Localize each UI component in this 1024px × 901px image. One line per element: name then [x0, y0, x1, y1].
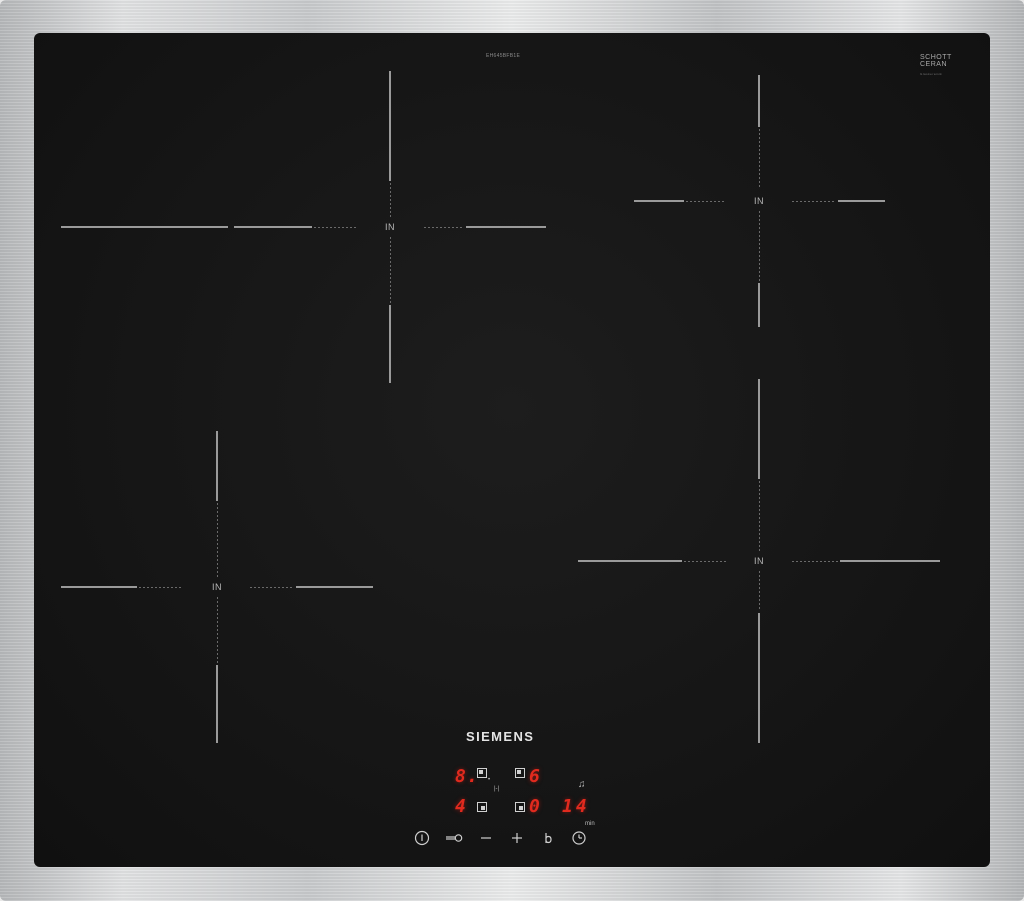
zone-marker-line	[389, 305, 391, 383]
clock-icon	[572, 831, 586, 845]
boost-icon	[545, 833, 552, 844]
schott-small-text: Glaskeramik	[920, 72, 943, 76]
timer-button[interactable]	[569, 830, 589, 846]
power-icon	[414, 830, 430, 846]
flexzone-link-icon: |-|	[494, 786, 500, 792]
zone-marker-line	[759, 571, 760, 611]
induction-label: IN	[754, 556, 764, 566]
schott-text: SCHOTT	[920, 54, 952, 61]
ceran-text: CERAN	[920, 61, 948, 68]
zone-marker-line	[217, 597, 218, 663]
zone-marker-line	[61, 586, 137, 588]
zone-marker-line	[838, 200, 885, 202]
zone-marker-line	[758, 283, 760, 327]
plus-icon	[512, 833, 522, 843]
zone-power-level-bottom-left: 4	[455, 796, 467, 817]
zone-marker-line	[250, 587, 294, 588]
zone-marker-line	[466, 226, 546, 228]
key-icon	[446, 834, 463, 842]
zone-position-icon-top-left	[477, 768, 487, 778]
induction-label: IN	[212, 582, 222, 592]
induction-label: IN	[385, 222, 395, 232]
bell-icon: ♫	[578, 779, 586, 790]
zone-marker-line	[578, 560, 682, 562]
brand-logo: SIEMENS	[466, 729, 535, 744]
zone-marker-line	[684, 561, 726, 562]
zone-marker-line	[61, 226, 228, 228]
zone-marker-line	[840, 560, 940, 562]
link-indicator-dot: •	[488, 777, 491, 783]
zone-marker-line	[792, 201, 836, 202]
zone-position-icon-top-right	[515, 768, 525, 778]
plus-button[interactable]	[507, 830, 527, 846]
zone-marker-line	[216, 431, 218, 501]
zone-power-level-top-right: 6	[529, 766, 541, 787]
zone-position-icon-bottom-right	[515, 802, 525, 812]
zone-marker-line	[634, 200, 684, 202]
power-button[interactable]	[412, 830, 432, 846]
zone-marker-line	[686, 201, 726, 202]
zone-marker-line	[314, 227, 356, 228]
zone-power-level-bottom-right: 0	[529, 796, 541, 817]
zone-marker-line	[390, 183, 391, 217]
zone-marker-line	[759, 481, 760, 551]
induction-label: IN	[754, 196, 764, 206]
minus-button[interactable]	[476, 830, 496, 846]
timer-display: 14	[562, 796, 590, 817]
model-code: EH645BFB1E	[486, 53, 521, 59]
minus-icon	[481, 837, 491, 839]
zone-marker-line	[234, 226, 312, 228]
timer-unit: min	[585, 821, 595, 827]
zone-marker-line	[216, 665, 218, 743]
zone-marker-line	[759, 211, 760, 281]
zone-marker-line	[139, 587, 181, 588]
ceramic-glass-surface: EH645BFB1E SCHOTT CERAN Glaskeramik IN I…	[34, 33, 990, 867]
zone-marker-line	[296, 586, 373, 588]
zone-marker-line	[390, 237, 391, 303]
zone-marker-line	[759, 129, 760, 189]
zone-marker-line	[424, 227, 464, 228]
zone-marker-line	[792, 561, 838, 562]
child-lock-button[interactable]	[444, 830, 464, 846]
schott-ceran-logo: SCHOTT CERAN Glaskeramik	[920, 54, 952, 78]
boost-button[interactable]	[538, 830, 558, 846]
zone-marker-line	[758, 613, 760, 743]
zone-marker-line	[217, 503, 218, 577]
zone-position-icon-bottom-left	[477, 802, 487, 812]
zone-marker-line	[758, 75, 760, 127]
zone-marker-line	[389, 71, 391, 181]
zone-power-level-top-left: 8.	[455, 766, 479, 787]
zone-marker-line	[758, 379, 760, 479]
